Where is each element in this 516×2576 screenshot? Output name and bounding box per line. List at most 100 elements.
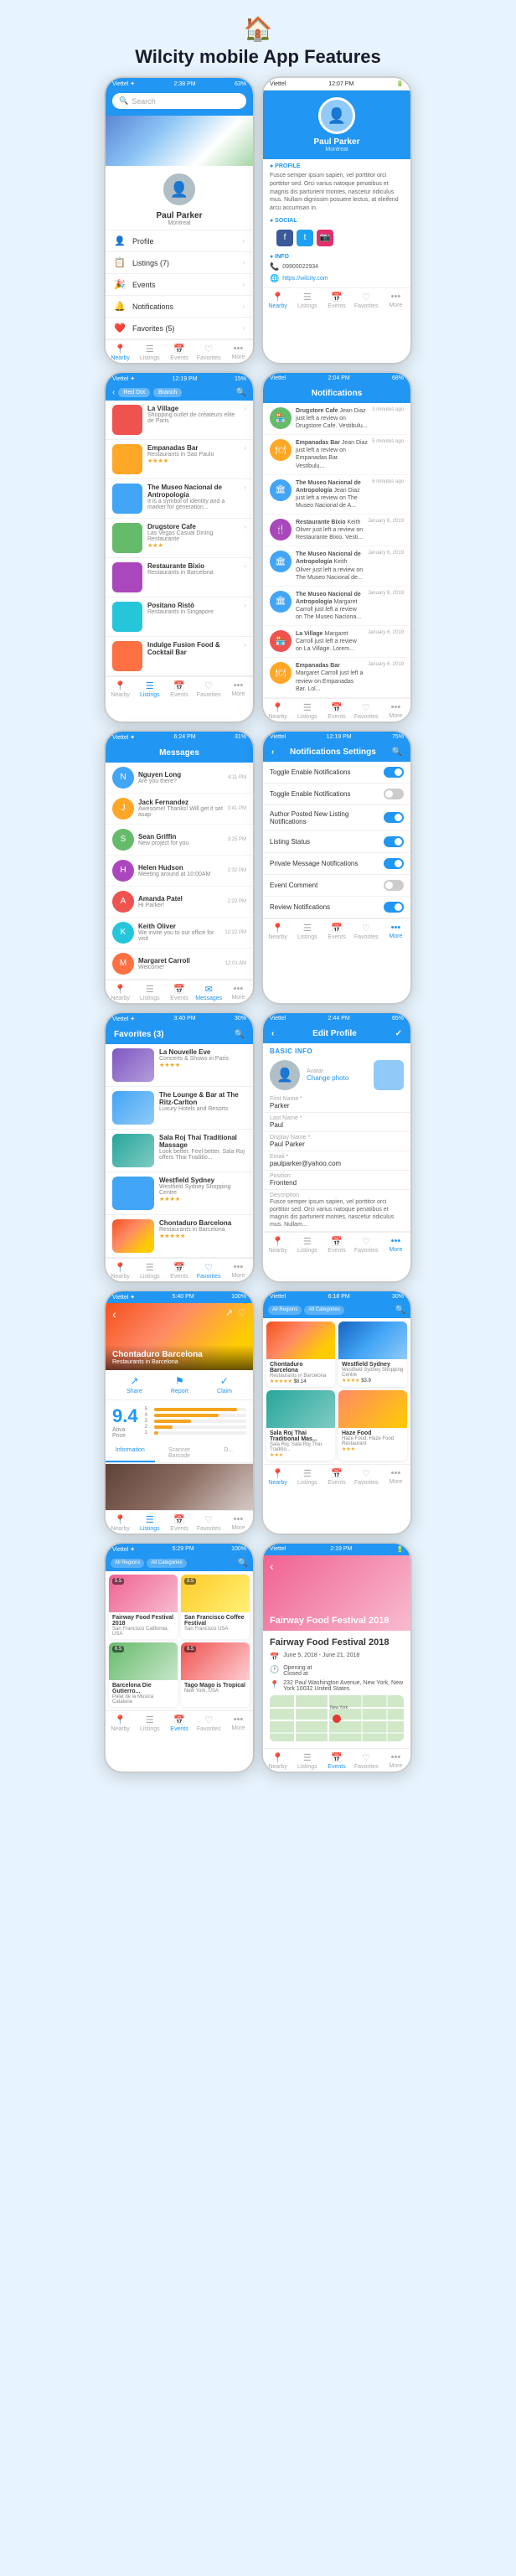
nav-events[interactable]: 📅Events [164,680,194,698]
grid-card[interactable]: Sala Roj Thai Traditional Mas... Sala Ro… [266,1390,335,1461]
search-icon[interactable]: 🔍 [235,1030,245,1039]
nav-events[interactable]: 📅Events [322,923,351,940]
nav-listings[interactable]: ☰ Listings [135,344,164,361]
menu-item-favorites[interactable]: ❤️ Favorites (5) › [106,318,253,339]
nav-listings[interactable]: ☰Listings [135,1262,164,1280]
nav-nearby[interactable]: 📍Nearby [263,1236,292,1254]
nav-nearby[interactable]: 📍Nearby [106,1715,135,1732]
action-share[interactable]: ↗ Share [126,1375,142,1394]
back-button[interactable]: ‹ [112,1307,116,1322]
nav-more[interactable]: •••More [381,292,410,309]
nav-events[interactable]: 📅Events [322,1236,351,1254]
save-icon[interactable]: ✓ [395,1029,402,1038]
nav-events[interactable]: 📅Events [322,1468,351,1486]
notif-item[interactable]: 🏪 La Village Margaret Carroll just left … [263,626,410,658]
tab-information[interactable]: Information [106,1444,155,1462]
filter-categories[interactable]: All Categories [304,1306,343,1315]
search-icon[interactable]: 🔍 [395,1306,405,1315]
back-icon[interactable]: ‹ [271,1029,274,1038]
menu-item-notifications[interactable]: 🔔 Notifications › [106,296,253,318]
msg-item[interactable]: H Helen Hudson Meeting around at 10:00AM… [106,856,253,887]
nav-more[interactable]: •••More [224,1262,253,1280]
facebook-btn[interactable]: f [276,230,293,246]
notif-item[interactable]: 🍽 Empanadas Bar Jean Diaz just left a re… [263,435,410,474]
tab-scanner[interactable]: Scanner Barcode [155,1444,204,1462]
list-item[interactable]: Drugstore Cafe Las Vegas Casual Dining R… [106,519,253,558]
list-item[interactable]: Positano Ristò Restaurants in Singapore … [106,597,253,637]
event-card[interactable]: 5.5 Fairway Food Festival 2018 San Franc… [109,1575,178,1639]
nav-favorites[interactable]: ♡Favorites [352,292,381,309]
event-map[interactable]: New York [270,1695,404,1741]
nav-more[interactable]: •••More [224,984,253,1001]
nav-favorites[interactable]: ♡Favorites [352,1236,381,1254]
nav-listings[interactable]: ☰Listings [292,1236,322,1254]
list-item[interactable]: The Museo Nacional de Antropología It is… [106,479,253,519]
nav-favorites[interactable]: ♡Favorites [352,923,381,940]
filter-regions[interactable]: All Regions [268,1306,302,1315]
share-icon[interactable]: ↗ [225,1307,233,1318]
toggle-2[interactable] [384,812,404,823]
event-card[interactable]: 6.5 Barcelona Die Gutierro... Palat de l… [109,1642,178,1707]
nav-events[interactable]: 📅Events [322,292,351,309]
grid-card[interactable]: Haze Food Haze Food. Haze Food Restauran… [338,1390,407,1461]
grid-card[interactable]: Chontaduro Barcelona Restaurants in Barc… [266,1322,335,1387]
nav-listings[interactable]: ☰Listings [135,984,164,1001]
notif-item[interactable]: 🏛 The Museo Nacional de Antropología Mar… [263,587,410,626]
nav-more[interactable]: •••More [224,1514,253,1532]
nav-nearby[interactable]: 📍Nearby [106,1514,135,1532]
heart-icon[interactable]: ♡ [238,1307,246,1318]
notif-item[interactable]: 🍽 Empanadas Bar Margaret Carroll just le… [263,658,410,697]
msg-item[interactable]: M Margaret Carroll Welcome! 12:01 AM [106,949,253,980]
instagram-btn[interactable]: 📷 [317,230,333,246]
toggle-0[interactable] [384,767,404,778]
nav-favorites[interactable]: ✉Messages [194,984,224,1001]
toggle-3[interactable] [384,836,404,847]
nav-listings[interactable]: ☰Listings [292,702,322,720]
nav-nearby[interactable]: 📍Nearby [263,702,292,720]
nav-more[interactable]: •••More [381,923,410,940]
nav-favorites[interactable]: ♡Favorites [194,680,224,698]
nav-favorites[interactable]: ♡Favorites [352,1752,381,1770]
filter-1[interactable]: Red Dot [118,388,150,397]
msg-item[interactable]: A Amanda Patel Hi Parker! 2:22 PM [106,887,253,918]
fav-item[interactable]: La Nouvelle Eve Concerts & Shows in Pari… [106,1044,253,1087]
search-icon[interactable]: 🔍 [392,747,402,757]
notif-item[interactable]: 🏛 The Museo Nacional de Antropología Jea… [263,475,410,515]
nav-listings[interactable]: ☰Listings [292,1752,322,1770]
fav-item[interactable]: Sala Roj Thai Traditional Massage Look b… [106,1130,253,1172]
nav-favorites[interactable]: ♡ Favorites [194,344,224,361]
back-icon[interactable]: ‹ [271,747,274,757]
nav-more[interactable]: •••More [381,1468,410,1486]
nav-favorites[interactable]: ♡Favorites [352,702,381,720]
menu-item-profile[interactable]: 👤 Profile › [106,230,253,252]
nav-listings[interactable]: ☰Listings [135,1514,164,1532]
action-report[interactable]: ⚑ Report [171,1375,188,1394]
back-button[interactable]: ‹ [270,1560,274,1575]
nav-nearby[interactable]: 📍Nearby [106,1262,135,1280]
toggle-6[interactable] [384,902,404,913]
filter-2[interactable]: Branch [153,388,182,397]
msg-item[interactable]: S Sean Griffin New project for you 3:25 … [106,825,253,856]
nav-favorites[interactable]: ♡Favorites [352,1468,381,1486]
nav-nearby[interactable]: 📍Nearby [106,680,135,698]
nav-more[interactable]: •••More [224,1715,253,1732]
back-icon[interactable]: ‹ [112,388,115,397]
action-claim[interactable]: ✓ Claim [217,1375,232,1394]
notif-item[interactable]: 🏪 Drugstore Cafe Jean Diaz just left a r… [263,403,410,435]
filter-categories[interactable]: All Categories [147,1559,186,1568]
search-icon[interactable]: 🔍 [238,1559,248,1568]
nav-events[interactable]: 📅 Events [164,344,194,361]
toggle-1[interactable] [384,789,404,799]
toggle-5[interactable] [384,880,404,891]
nav-more[interactable]: •••More [381,702,410,720]
event-card[interactable]: 8.5 Tago Mago is Tropical New York, USA [181,1642,250,1707]
menu-item-listings[interactable]: 📋 Listings (7) › [106,252,253,274]
nav-favorites[interactable]: ♡Favorites [194,1514,224,1532]
nav-more[interactable]: ••• More [224,344,253,361]
twitter-btn[interactable]: t [297,230,313,246]
list-item[interactable]: Empanadas Bar Restaurants in Sao Paulo ★… [106,440,253,479]
nav-nearby[interactable]: 📍Nearby [263,1468,292,1486]
nav-events[interactable]: 📅Events [164,984,194,1001]
toggle-4[interactable] [384,858,404,869]
grid-card[interactable]: Westfield Sydney Westfield Sydney Shoppi… [338,1322,407,1387]
